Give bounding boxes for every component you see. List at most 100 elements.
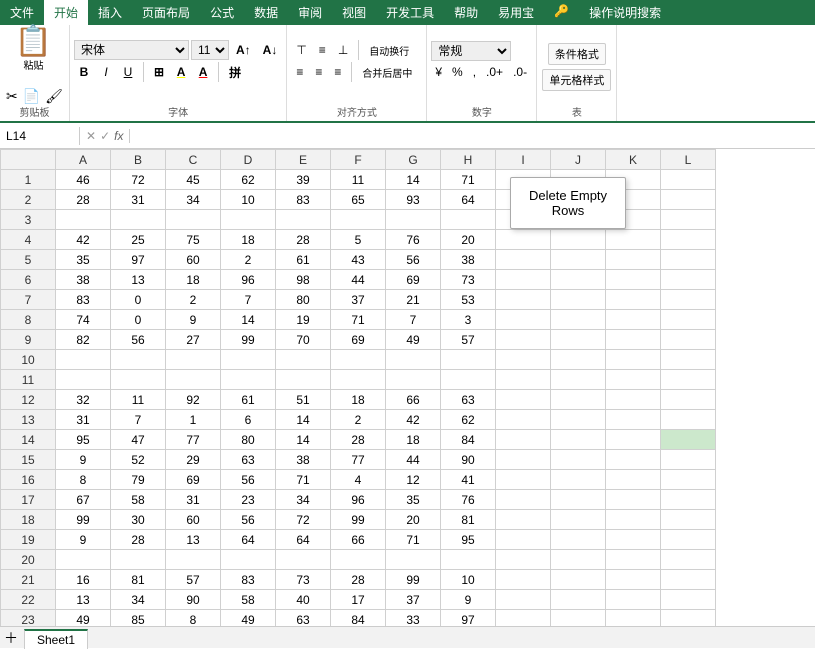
cell-I7[interactable] bbox=[496, 290, 551, 310]
cell-A18[interactable]: 99 bbox=[56, 510, 111, 530]
cell-H6[interactable]: 73 bbox=[441, 270, 496, 290]
cell-K5[interactable] bbox=[606, 250, 661, 270]
cell-C9[interactable]: 27 bbox=[166, 330, 221, 350]
increase-font-button[interactable]: A↑ bbox=[231, 41, 256, 59]
cell-H18[interactable]: 81 bbox=[441, 510, 496, 530]
cell-F8[interactable]: 71 bbox=[331, 310, 386, 330]
cell-D23[interactable]: 49 bbox=[221, 610, 276, 627]
cell-L23[interactable] bbox=[661, 610, 716, 627]
cell-E15[interactable]: 38 bbox=[276, 450, 331, 470]
cell-D15[interactable]: 63 bbox=[221, 450, 276, 470]
cell-I20[interactable] bbox=[496, 550, 551, 570]
row-number-5[interactable]: 5 bbox=[1, 250, 56, 270]
cell-D19[interactable]: 64 bbox=[221, 530, 276, 550]
cell-C8[interactable]: 9 bbox=[166, 310, 221, 330]
cell-G4[interactable]: 76 bbox=[386, 230, 441, 250]
cell-A13[interactable]: 31 bbox=[56, 410, 111, 430]
decrease-font-button[interactable]: A↓ bbox=[258, 41, 283, 59]
cell-J14[interactable] bbox=[551, 430, 606, 450]
col-header-A[interactable]: A bbox=[56, 150, 111, 170]
col-header-G[interactable]: G bbox=[386, 150, 441, 170]
cell-F20[interactable] bbox=[331, 550, 386, 570]
cell-J13[interactable] bbox=[551, 410, 606, 430]
cell-H19[interactable]: 95 bbox=[441, 530, 496, 550]
cell-G18[interactable]: 20 bbox=[386, 510, 441, 530]
cell-J10[interactable] bbox=[551, 350, 606, 370]
row-number-21[interactable]: 21 bbox=[1, 570, 56, 590]
cell-A7[interactable]: 83 bbox=[56, 290, 111, 310]
row-number-17[interactable]: 17 bbox=[1, 490, 56, 510]
cell-G23[interactable]: 33 bbox=[386, 610, 441, 627]
cell-B14[interactable]: 47 bbox=[111, 430, 166, 450]
col-header-J[interactable]: J bbox=[551, 150, 606, 170]
cell-L18[interactable] bbox=[661, 510, 716, 530]
cell-F10[interactable] bbox=[331, 350, 386, 370]
special-font-button[interactable]: 拼 bbox=[224, 62, 246, 83]
cell-D16[interactable]: 56 bbox=[221, 470, 276, 490]
cell-L14[interactable] bbox=[661, 430, 716, 450]
cell-I21[interactable] bbox=[496, 570, 551, 590]
cell-D20[interactable] bbox=[221, 550, 276, 570]
cell-H16[interactable]: 41 bbox=[441, 470, 496, 490]
cell-B7[interactable]: 0 bbox=[111, 290, 166, 310]
cell-L5[interactable] bbox=[661, 250, 716, 270]
right-align-button[interactable]: ≡ bbox=[329, 63, 346, 81]
cell-K11[interactable] bbox=[606, 370, 661, 390]
cell-G21[interactable]: 99 bbox=[386, 570, 441, 590]
cell-D13[interactable]: 6 bbox=[221, 410, 276, 430]
cell-J21[interactable] bbox=[551, 570, 606, 590]
cell-I22[interactable] bbox=[496, 590, 551, 610]
cell-E13[interactable]: 14 bbox=[276, 410, 331, 430]
underline-button[interactable]: U bbox=[118, 63, 138, 81]
cell-D4[interactable]: 18 bbox=[221, 230, 276, 250]
cell-H11[interactable] bbox=[441, 370, 496, 390]
cell-A6[interactable]: 38 bbox=[56, 270, 111, 290]
row-number-7[interactable]: 7 bbox=[1, 290, 56, 310]
cell-J17[interactable] bbox=[551, 490, 606, 510]
cell-A15[interactable]: 9 bbox=[56, 450, 111, 470]
cell-I19[interactable] bbox=[496, 530, 551, 550]
cell-L15[interactable] bbox=[661, 450, 716, 470]
col-header-K[interactable]: K bbox=[606, 150, 661, 170]
cell-G5[interactable]: 56 bbox=[386, 250, 441, 270]
cell-K10[interactable] bbox=[606, 350, 661, 370]
row-number-4[interactable]: 4 bbox=[1, 230, 56, 250]
cell-A14[interactable]: 95 bbox=[56, 430, 111, 450]
cell-A19[interactable]: 9 bbox=[56, 530, 111, 550]
row-number-11[interactable]: 11 bbox=[1, 370, 56, 390]
cell-H12[interactable]: 63 bbox=[441, 390, 496, 410]
cell-I15[interactable] bbox=[496, 450, 551, 470]
cell-H22[interactable]: 9 bbox=[441, 590, 496, 610]
font-color-button[interactable]: A bbox=[193, 63, 213, 81]
comma-button[interactable]: , bbox=[469, 63, 480, 81]
cell-F9[interactable]: 69 bbox=[331, 330, 386, 350]
cell-A5[interactable]: 35 bbox=[56, 250, 111, 270]
cell-E14[interactable]: 14 bbox=[276, 430, 331, 450]
cell-D18[interactable]: 56 bbox=[221, 510, 276, 530]
cancel-formula-icon[interactable]: ✕ bbox=[86, 129, 96, 143]
cell-F5[interactable]: 43 bbox=[331, 250, 386, 270]
cell-E23[interactable]: 63 bbox=[276, 610, 331, 627]
cell-D5[interactable]: 2 bbox=[221, 250, 276, 270]
row-number-13[interactable]: 13 bbox=[1, 410, 56, 430]
cell-B5[interactable]: 97 bbox=[111, 250, 166, 270]
insert-function-icon[interactable]: fx bbox=[114, 129, 123, 143]
cell-J23[interactable] bbox=[551, 610, 606, 627]
row-number-3[interactable]: 3 bbox=[1, 210, 56, 230]
cell-D21[interactable]: 83 bbox=[221, 570, 276, 590]
row-number-2[interactable]: 2 bbox=[1, 190, 56, 210]
cell-I10[interactable] bbox=[496, 350, 551, 370]
cell-D2[interactable]: 10 bbox=[221, 190, 276, 210]
cell-K14[interactable] bbox=[606, 430, 661, 450]
row-number-18[interactable]: 18 bbox=[1, 510, 56, 530]
cell-C10[interactable] bbox=[166, 350, 221, 370]
cell-G11[interactable] bbox=[386, 370, 441, 390]
row-number-16[interactable]: 16 bbox=[1, 470, 56, 490]
cell-H8[interactable]: 3 bbox=[441, 310, 496, 330]
cell-L1[interactable] bbox=[661, 170, 716, 190]
row-number-12[interactable]: 12 bbox=[1, 390, 56, 410]
cell-G13[interactable]: 42 bbox=[386, 410, 441, 430]
cell-C3[interactable] bbox=[166, 210, 221, 230]
cell-I5[interactable] bbox=[496, 250, 551, 270]
cell-B20[interactable] bbox=[111, 550, 166, 570]
